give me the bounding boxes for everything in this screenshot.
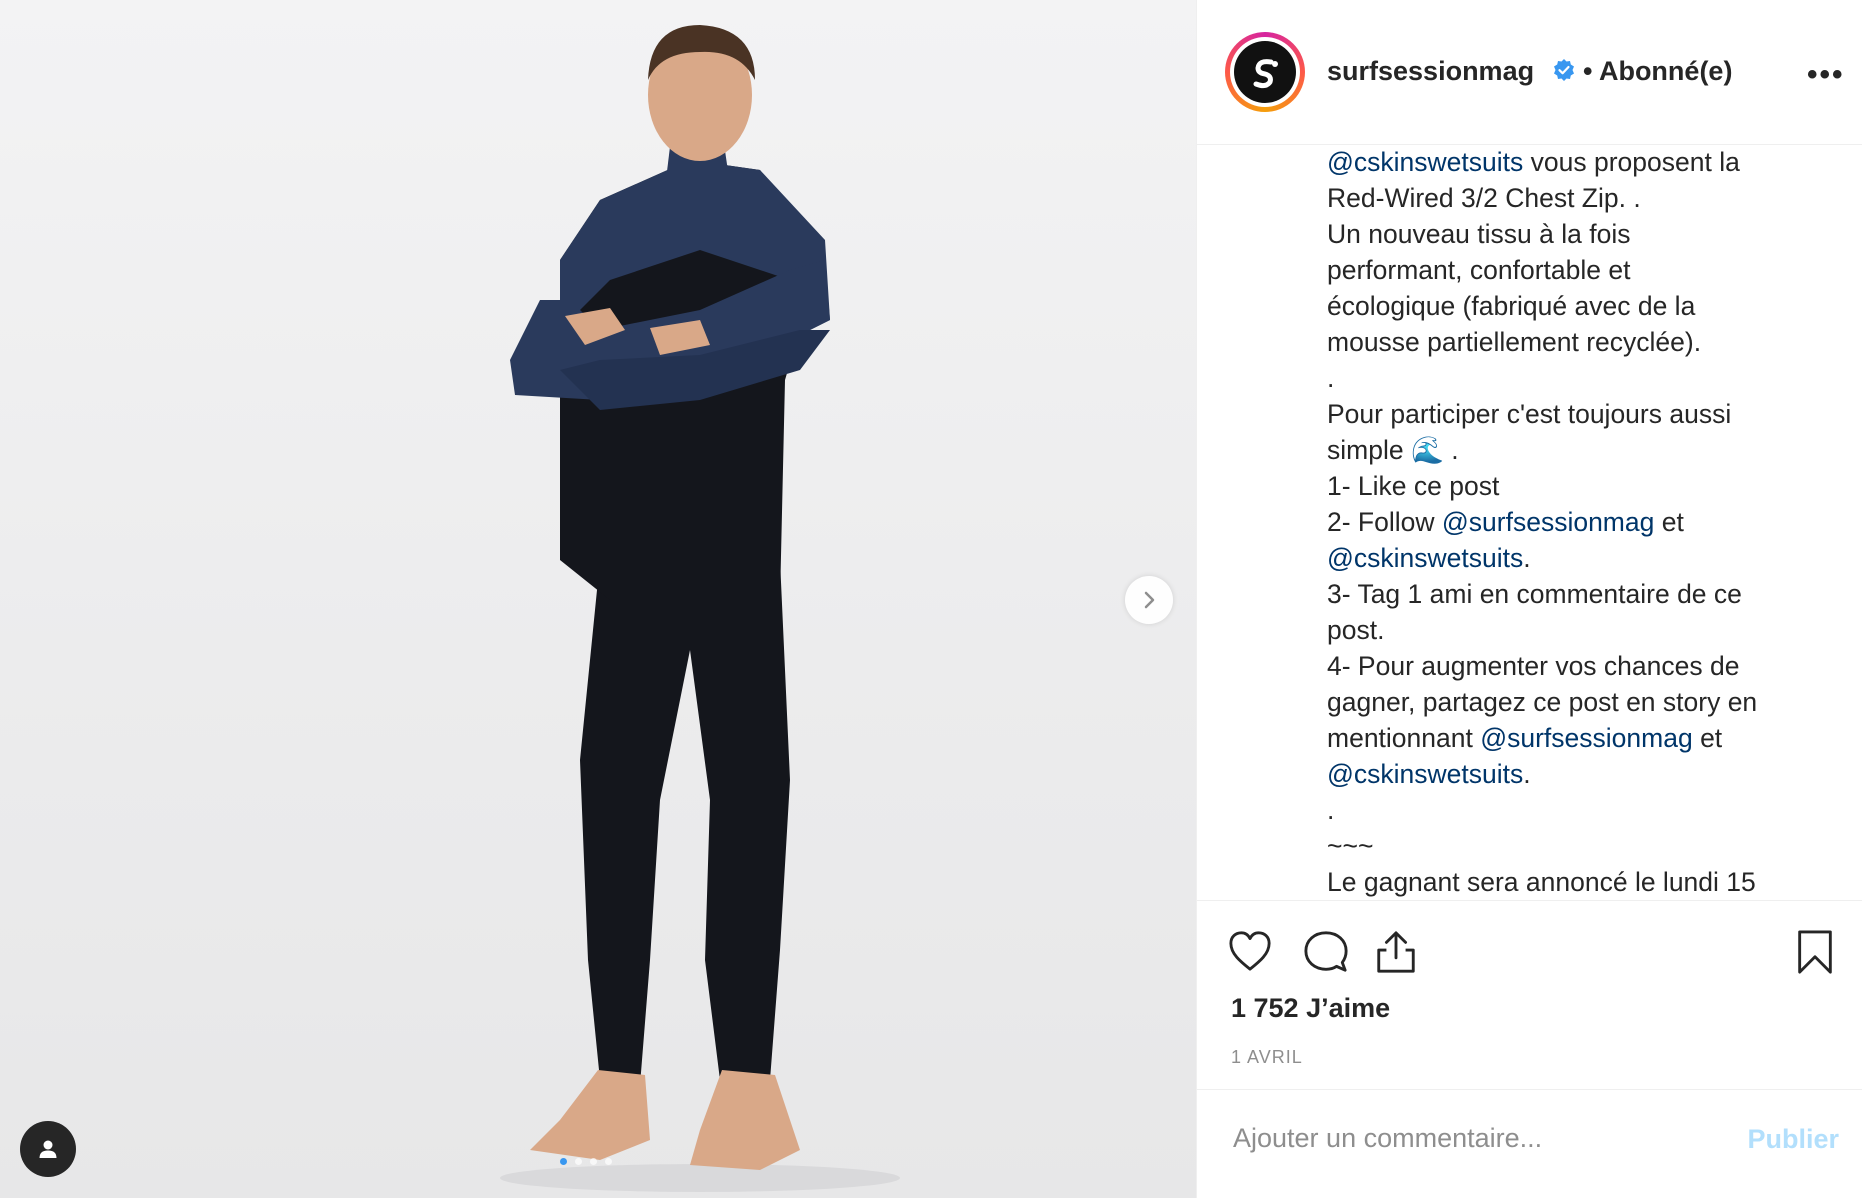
carousel-dot xyxy=(560,1158,567,1165)
caption-text: 3- Tag 1 ami en commentaire de ce xyxy=(1327,579,1742,609)
carousel-dot xyxy=(590,1158,597,1165)
surfsession-logo-icon xyxy=(1253,59,1278,89)
caption-line: post. xyxy=(1327,612,1827,648)
tagged-users-button[interactable] xyxy=(20,1121,76,1177)
caption-line: écologique (fabriqué avec de la xyxy=(1327,288,1827,324)
caption-line: . xyxy=(1327,792,1827,828)
caption-text: 4- Pour augmenter vos chances de xyxy=(1327,651,1740,681)
publish-button[interactable]: Publier xyxy=(1747,1124,1839,1155)
post-details-panel: surfsessionmag • Abonné(e) ••• @cskinswe… xyxy=(1196,0,1862,1198)
avatar[interactable] xyxy=(1225,32,1305,112)
caption-text: Un nouveau tissu à la fois xyxy=(1327,219,1631,249)
caption-text: 2- Follow xyxy=(1327,507,1442,537)
caption-text: . xyxy=(1523,759,1531,789)
mention-link[interactable]: @cskinswetsuits xyxy=(1327,759,1523,789)
caption-line: 2- Follow @surfsessionmag et xyxy=(1327,504,1827,540)
caption-text: gagner, partagez ce post en story en xyxy=(1327,687,1758,717)
caption-line: @cskinswetsuits vous proposent la xyxy=(1327,144,1827,180)
caption-text: Le gagnant sera annoncé le lundi 15 xyxy=(1327,867,1756,897)
mention-link[interactable]: @cskinswetsuits xyxy=(1327,147,1523,177)
mention-link[interactable]: @surfsessionmag xyxy=(1442,507,1654,537)
caption-text: . xyxy=(1523,543,1531,573)
post-date[interactable]: 1 AVRIL xyxy=(1231,1047,1303,1068)
verified-badge-icon xyxy=(1552,58,1576,87)
caption-text: post. xyxy=(1327,615,1385,645)
caption-text: et xyxy=(1692,723,1723,753)
like-button[interactable] xyxy=(1227,929,1273,978)
caption-text: écologique (fabriqué avec de la xyxy=(1327,291,1696,321)
post-header: surfsessionmag • Abonné(e) ••• xyxy=(1197,0,1862,145)
post-image[interactable] xyxy=(0,0,1196,1198)
chevron-right-icon xyxy=(1144,591,1155,609)
heart-icon xyxy=(1229,931,1271,971)
caption-line: @cskinswetsuits. xyxy=(1327,540,1827,576)
caption-text: et xyxy=(1654,507,1684,537)
caption-line: mentionnant @surfsessionmag et xyxy=(1327,720,1827,756)
bookmark-icon xyxy=(1798,930,1832,974)
comment-bubble-icon xyxy=(1304,931,1348,972)
post-author-username[interactable]: surfsessionmag xyxy=(1327,56,1534,87)
carousel-dot xyxy=(605,1158,612,1165)
caption-line: 1- Like ce post xyxy=(1327,468,1827,504)
caption-line: gagner, partagez ce post en story en xyxy=(1327,684,1827,720)
caption-line: Red-Wired 3/2 Chest Zip. . xyxy=(1327,180,1827,216)
follow-status[interactable]: • Abonné(e) xyxy=(1583,56,1732,87)
caption-line: Un nouveau tissu à la fois xyxy=(1327,216,1827,252)
mention-link[interactable]: @cskinswetsuits xyxy=(1327,543,1523,573)
caption-line: @cskinswetsuits. xyxy=(1327,756,1827,792)
caption-line: performant, confortable et xyxy=(1327,252,1827,288)
caption-text: mousse partiellement recyclée). xyxy=(1327,327,1702,357)
post-caption: @cskinswetsuits vous proposent la Red-Wir… xyxy=(1327,144,1827,899)
caption-line: Pour participer c'est toujours aussi xyxy=(1327,396,1827,432)
caption-text: Red-Wired 3/2 Chest Zip. . xyxy=(1327,183,1641,213)
mention-link[interactable]: @surfsessionmag xyxy=(1480,723,1692,753)
caption-text: simple 🌊 . xyxy=(1327,435,1459,465)
caption-text: mentionnant xyxy=(1327,723,1481,753)
carousel-indicator xyxy=(560,1158,612,1165)
user-tag-icon xyxy=(39,1140,57,1158)
caption-line: . xyxy=(1327,360,1827,396)
caption-line: Le gagnant sera annoncé le lundi 15 xyxy=(1327,864,1827,899)
caption-text: Pour participer c'est toujours aussi xyxy=(1327,399,1732,429)
caption-text: . xyxy=(1327,363,1335,393)
share-button[interactable] xyxy=(1373,929,1419,980)
caption-text: . xyxy=(1327,795,1335,825)
post-actions: 1 752 J’aime 1 AVRIL xyxy=(1197,900,1862,1090)
comment-input[interactable] xyxy=(1231,1122,1715,1155)
caption-text: vous proposent la xyxy=(1523,147,1740,177)
caption-text: 1- Like ce post xyxy=(1327,471,1500,501)
caption-text: performant, confortable et xyxy=(1327,255,1631,285)
caption-line: 4- Pour augmenter vos chances de xyxy=(1327,648,1827,684)
comment-form: Publier xyxy=(1197,1088,1862,1198)
caption-text: ~~~ xyxy=(1327,831,1374,861)
caption-line: mousse partiellement recyclée). xyxy=(1327,324,1827,360)
caption-line: simple 🌊 . xyxy=(1327,432,1827,468)
more-options-button[interactable]: ••• xyxy=(1807,58,1845,92)
wetsuit-model-photo xyxy=(500,25,900,1192)
carousel-dot xyxy=(575,1158,582,1165)
save-button[interactable] xyxy=(1795,929,1835,980)
share-icon xyxy=(1377,931,1415,973)
carousel-next-button[interactable] xyxy=(1125,576,1173,624)
caption-line: 3- Tag 1 ami en commentaire de ce xyxy=(1327,576,1827,612)
caption-line: ~~~ xyxy=(1327,828,1827,864)
comment-button[interactable] xyxy=(1303,929,1349,980)
likes-count[interactable]: 1 752 J’aime xyxy=(1231,993,1390,1024)
